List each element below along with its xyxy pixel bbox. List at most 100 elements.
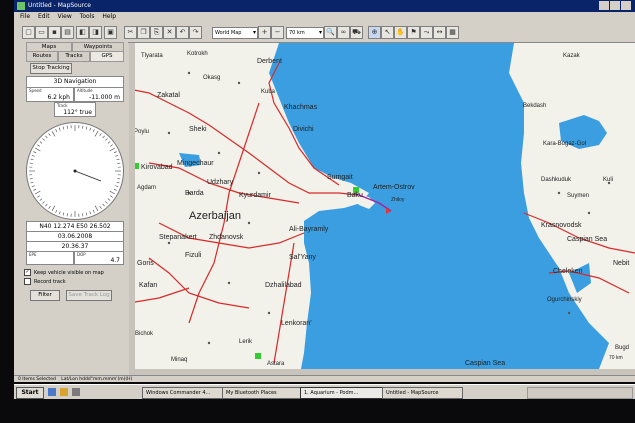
compass-tick xyxy=(29,162,33,164)
task-aquarium[interactable]: 1. Aquarium - Podm... xyxy=(300,387,383,399)
compass-tick xyxy=(31,185,35,188)
receive-icon[interactable]: ◧ xyxy=(76,26,89,39)
astara-marker[interactable] xyxy=(255,353,261,359)
city-divichi: Divichi xyxy=(293,126,314,133)
task-bluetooth-places[interactable]: My Bluetooth Places xyxy=(222,387,301,399)
altitude-value: -11.000 m xyxy=(89,94,120,101)
compass-tick xyxy=(55,129,58,133)
city-kyurdamir: Kyurdamir xyxy=(239,192,272,199)
compass-tick xyxy=(30,158,34,161)
undo-icon[interactable]: ↶ xyxy=(176,26,189,39)
gps-icon[interactable]: ▣ xyxy=(104,26,117,39)
compass-tick xyxy=(82,213,84,217)
select-tool-icon[interactable]: ↖ xyxy=(381,26,394,39)
stop-tracking-button[interactable]: Stop Tracking xyxy=(30,63,72,74)
quicklaunch-desktop-icon[interactable] xyxy=(72,388,80,396)
menu-edit[interactable]: Edit xyxy=(38,13,50,20)
map-tool-icon[interactable]: ▦ xyxy=(446,26,459,39)
compass-tick xyxy=(51,205,56,211)
city-astara: Astara xyxy=(267,361,285,367)
tab-tracks[interactable]: Tracks xyxy=(58,51,90,62)
quicklaunch-ie-icon[interactable] xyxy=(48,388,56,396)
filter-button[interactable]: Filter xyxy=(30,290,60,301)
zoom-tool-icon[interactable]: ⊕ xyxy=(368,26,381,39)
city-ogurchinskiy: Ogurchinskiy xyxy=(547,297,582,303)
vertical-scrollbar[interactable] xyxy=(129,43,135,369)
pan-tool-icon[interactable]: ✋ xyxy=(394,26,407,39)
redo-icon[interactable]: ↷ xyxy=(189,26,202,39)
compass-tick xyxy=(89,211,92,215)
compass-tick xyxy=(35,190,41,195)
map-canvas[interactable]: Tlyarata Kotrokh Derbent Okasg Zakatal K… xyxy=(129,43,635,369)
compass-tick xyxy=(42,138,45,141)
send-icon[interactable]: ◨ xyxy=(89,26,102,39)
measure-tool-icon[interactable]: ↔ xyxy=(433,26,446,39)
menu-file[interactable]: File xyxy=(20,13,30,20)
speed-label: Speed xyxy=(29,88,42,93)
minimize-button[interactable] xyxy=(599,1,609,10)
close-button[interactable] xyxy=(621,1,631,10)
delete-icon[interactable]: ✕ xyxy=(163,26,176,39)
save-track-log-button[interactable]: Save Track Log xyxy=(66,290,112,301)
binoculars-icon[interactable]: ∞ xyxy=(337,26,350,39)
vehicle-icon[interactable]: ⛟ xyxy=(350,26,363,39)
city-bugd: Bugd xyxy=(615,345,629,351)
compass-tick xyxy=(66,213,68,217)
compass-tick xyxy=(89,127,92,131)
zoom-out-icon[interactable]: − xyxy=(271,26,284,39)
compass-tick xyxy=(117,162,121,164)
quicklaunch-folder-icon[interactable] xyxy=(60,388,68,396)
new-icon[interactable]: ▢ xyxy=(22,26,35,39)
tab-gps[interactable]: GPS xyxy=(90,51,124,62)
map-view[interactable]: Tlyarata Kotrokh Derbent Okasg Zakatal K… xyxy=(129,43,635,369)
compass-tick xyxy=(39,141,43,144)
compass-tick xyxy=(37,195,40,198)
save-icon[interactable]: ▪ xyxy=(48,26,61,39)
dop-label: DOP xyxy=(77,252,86,257)
open-icon[interactable]: ▭ xyxy=(35,26,48,39)
task-windows-commander[interactable]: Windows Commander 4... xyxy=(142,387,223,399)
zoom-level-select[interactable]: 70 km xyxy=(286,27,324,39)
record-track-check[interactable] xyxy=(24,278,31,285)
find-icon[interactable]: 🔍 xyxy=(324,26,337,39)
city-sumgait: Sumgait xyxy=(327,174,353,181)
compass-tick xyxy=(115,154,119,157)
print-icon[interactable]: ▤ xyxy=(61,26,74,39)
menu-tools[interactable]: Tools xyxy=(80,13,95,20)
menu-view[interactable]: View xyxy=(58,13,72,20)
speed-value: 6.2 kph xyxy=(47,94,70,101)
tab-routes[interactable]: Routes xyxy=(26,51,58,62)
compass-tick xyxy=(51,131,56,137)
route-tool-icon[interactable]: ⤳ xyxy=(420,26,433,39)
city-stepanakert: Stepanakert xyxy=(159,234,197,241)
dop-value: 4.7 xyxy=(110,257,120,264)
track-label: Track xyxy=(57,103,68,108)
paste-icon[interactable]: ⎘ xyxy=(150,26,163,39)
waypoint-tool-icon[interactable]: ⚑ xyxy=(407,26,420,39)
maximize-button[interactable] xyxy=(610,1,620,10)
status-selection: 0 Items Selected xyxy=(18,377,56,382)
status-coord-format: Lat/Lon hddd°mm.mmm'(m)(H) xyxy=(61,377,133,382)
compass-tick xyxy=(58,211,61,215)
map-product-select[interactable]: World Map xyxy=(212,27,258,39)
compass-tick xyxy=(113,151,117,154)
compass-tick xyxy=(92,209,95,213)
zoom-in-icon[interactable]: + xyxy=(258,26,271,39)
task-mapsource[interactable]: Untitled - MapSource xyxy=(382,387,463,399)
keep-visible-checkbox[interactable]: ✓ Keep vehicle visible on map xyxy=(24,269,104,277)
compass-tick xyxy=(99,133,102,136)
city-dashkuduk: Dashkuduk xyxy=(541,177,572,183)
start-button[interactable]: Start xyxy=(16,387,44,399)
compass-tick xyxy=(94,131,99,137)
cut-icon[interactable]: ✂ xyxy=(124,26,137,39)
menu-help[interactable]: Help xyxy=(102,13,116,20)
keep-visible-check[interactable]: ✓ xyxy=(24,269,31,276)
compass-tick xyxy=(102,135,105,139)
compass-tick xyxy=(29,178,33,180)
record-track-checkbox[interactable]: Record track xyxy=(24,278,66,286)
copy-icon[interactable]: ❐ xyxy=(137,26,150,39)
status-bar: 0 Items Selected Lat/Lon hddd°mm.mmm'(m)… xyxy=(14,375,635,382)
dop-box: DOP 4.7 xyxy=(74,251,124,265)
compass-dial xyxy=(26,122,124,220)
compass-tick xyxy=(66,125,68,129)
